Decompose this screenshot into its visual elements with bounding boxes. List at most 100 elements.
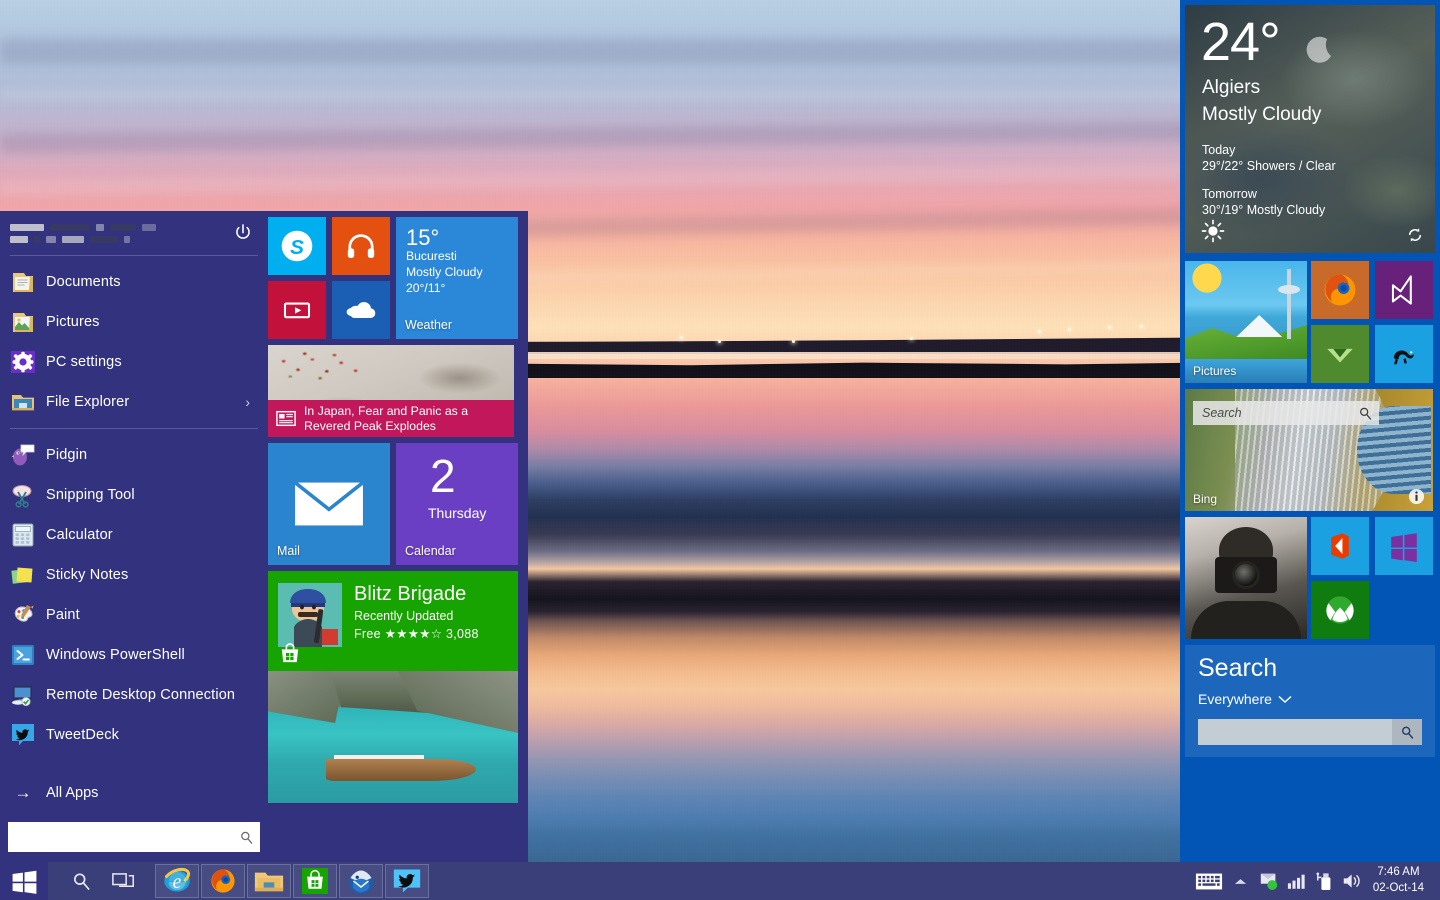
app-item-pidgin[interactable]: Pidgin: [0, 435, 268, 475]
user-name-redacted: [10, 224, 156, 243]
search-panel-input-wrap[interactable]: [1198, 719, 1422, 745]
rp-tile-pictures[interactable]: Pictures: [1185, 261, 1307, 383]
xbox-icon: [1323, 593, 1357, 627]
tile-music[interactable]: [332, 217, 390, 275]
chevron-right-icon[interactable]: ›: [245, 394, 250, 410]
all-apps-label: All Apps: [46, 785, 98, 801]
all-apps-button[interactable]: → All Apps: [0, 773, 268, 813]
start-menu-app-list: Documents Pictures: [0, 256, 268, 813]
taskbar-clock[interactable]: 7:46 AM 02-Oct-14: [1367, 865, 1432, 896]
tray-touch-keyboard[interactable]: [1191, 862, 1227, 900]
app-label: Pictures: [46, 314, 100, 330]
app-item-paint[interactable]: Paint: [0, 595, 268, 635]
taskbar-app-internet-explorer[interactable]: e: [155, 864, 199, 898]
tray-action-center[interactable]: [1255, 862, 1283, 900]
user-account-header[interactable]: [0, 211, 268, 255]
tray-show-hidden-icons[interactable]: [1227, 862, 1255, 900]
desktop-search-panel[interactable]: Search Everywhere: [1185, 645, 1435, 757]
tile-calendar[interactable]: 2 Thursday Calendar: [396, 443, 518, 565]
taskbar-app-tweetdeck[interactable]: [385, 864, 429, 898]
app-item-pc-settings[interactable]: PC settings: [0, 342, 268, 382]
chevron-down-icon[interactable]: [1278, 695, 1292, 704]
app-item-sticky-notes[interactable]: Sticky Notes: [0, 555, 268, 595]
info-icon[interactable]: [1408, 488, 1425, 505]
app-item-remote-desktop-connection[interactable]: Remote Desktop Connection: [0, 675, 268, 715]
rp-tile-bing[interactable]: Search Bing: [1185, 389, 1433, 511]
weather-widget[interactable]: 24° Algiers Mostly Cloudy Today 29°/22° …: [1185, 5, 1435, 253]
app-label: Calculator: [46, 527, 113, 543]
rp-tile-xbox[interactable]: [1311, 581, 1369, 639]
taskbar-search-button[interactable]: [60, 862, 102, 900]
tray-volume[interactable]: [1339, 862, 1367, 900]
sticky-notes-icon: [10, 562, 36, 588]
search-icon[interactable]: [239, 830, 254, 845]
app-item-documents[interactable]: Documents: [0, 262, 268, 302]
taskbar-app-store[interactable]: [293, 864, 337, 898]
search-panel-submit-button[interactable]: [1392, 719, 1422, 745]
app-label: Sticky Notes: [46, 567, 128, 583]
app-item-snipping-tool[interactable]: Snipping Tool: [0, 475, 268, 515]
app-item-calculator[interactable]: Calculator: [0, 515, 268, 555]
app-item-pictures[interactable]: Pictures: [0, 302, 268, 342]
bing-search-box[interactable]: Search: [1193, 401, 1379, 425]
rp-tile-office[interactable]: [1311, 517, 1369, 575]
refresh-icon[interactable]: [1407, 227, 1423, 243]
rp-tile-visual-studio[interactable]: [1375, 261, 1433, 319]
taskbar-app-firefox[interactable]: [201, 864, 245, 898]
search-panel-title: Search: [1198, 654, 1277, 683]
tile-weather[interactable]: 15° Bucuresti Mostly Cloudy 20°/11° Weat…: [396, 217, 518, 339]
taskbar-app-thunderbird[interactable]: [339, 864, 383, 898]
usb-icon: [1316, 871, 1334, 891]
start-menu[interactable]: Documents Pictures: [0, 211, 528, 862]
thunderbird-icon: [346, 866, 376, 896]
power-icon[interactable]: [232, 222, 254, 244]
start-button[interactable]: [0, 862, 48, 900]
rp-tile-firefox[interactable]: [1311, 261, 1369, 319]
task-view-icon: [112, 871, 135, 891]
start-search-box[interactable]: [8, 822, 260, 852]
windows-store-icon: [302, 868, 328, 894]
app-item-file-explorer[interactable]: File Explorer ›: [0, 382, 268, 422]
sun-icon: [1201, 219, 1225, 243]
tile-store-blitz-brigade[interactable]: Blitz Brigade Recently Updated Free ★★★★…: [268, 571, 518, 671]
tray-network[interactable]: [1283, 862, 1311, 900]
weather-tile-highlow: 20°/11°: [406, 281, 508, 297]
rp-pictures-label: Pictures: [1193, 364, 1236, 378]
internet-explorer-icon: e: [162, 866, 192, 896]
bing-tile-label: Bing: [1193, 492, 1217, 506]
pidgin-icon: [10, 442, 36, 468]
documents-folder-icon: [10, 269, 36, 295]
news-crowd-detail: [274, 351, 370, 385]
app-label: Paint: [46, 607, 80, 623]
tile-mail[interactable]: Mail: [268, 443, 390, 565]
app-item-windows-powershell[interactable]: Windows PowerShell: [0, 635, 268, 675]
taskbar-app-file-explorer[interactable]: [247, 864, 291, 898]
gear-icon: [10, 349, 36, 375]
app-label: File Explorer: [46, 394, 129, 410]
snipping-tool-icon: [10, 482, 36, 508]
search-panel-input[interactable]: [1198, 719, 1392, 745]
app-item-tweetdeck[interactable]: TweetDeck: [0, 715, 268, 755]
search-panel-scope[interactable]: Everywhere: [1198, 691, 1272, 707]
tray-removable-media[interactable]: [1311, 862, 1339, 900]
tile-video[interactable]: [268, 281, 326, 339]
flag-icon: [1259, 871, 1279, 891]
photographer-body: [1191, 601, 1301, 639]
tile-onedrive[interactable]: [332, 281, 390, 339]
rp-tile-quick-note[interactable]: [1311, 325, 1369, 383]
tile-skype[interactable]: S: [268, 217, 326, 275]
rp-tile-photo[interactable]: [1185, 517, 1307, 639]
bing-search-placeholder: Search: [1202, 406, 1358, 420]
tile-news[interactable]: In Japan, Fear and Panic as a Revered Pe…: [268, 345, 514, 437]
store-rating-count: 3,088: [446, 627, 479, 641]
tile-photos[interactable]: [268, 671, 518, 803]
tile-grid: S: [268, 217, 520, 803]
keyboard-icon: [1195, 872, 1223, 891]
start-search-input[interactable]: [16, 830, 239, 845]
taskbar-task-view-button[interactable]: [102, 862, 144, 900]
search-icon[interactable]: [1358, 406, 1373, 421]
rp-tile-windows[interactable]: [1375, 517, 1433, 575]
office-icon: [1324, 530, 1356, 562]
list-divider: [10, 428, 258, 429]
rp-tile-mercurial[interactable]: [1375, 325, 1433, 383]
